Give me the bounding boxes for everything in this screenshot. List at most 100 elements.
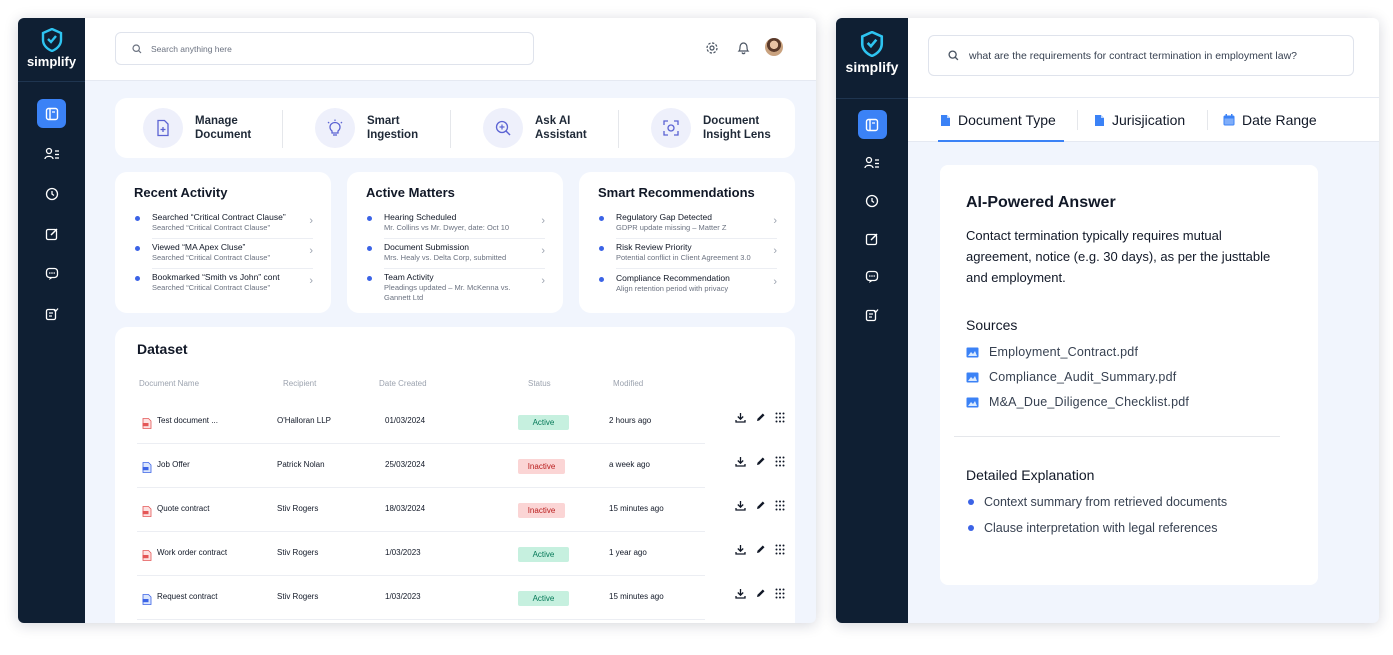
table-row[interactable]: Quote contract Stiv Rogers 18/03/2024 Inact… (137, 488, 797, 532)
brand-name: simplify (26, 54, 77, 69)
drag-handle-icon[interactable] (775, 588, 785, 599)
divider (282, 110, 283, 148)
sidebar: simplify (836, 18, 908, 623)
status-badge: Inactive (518, 503, 565, 518)
dashboard-window: simplify Search anything here Manage Doc… (18, 18, 816, 623)
image-file-icon (966, 347, 979, 357)
tab-jurisdiction[interactable]: Jurisjication (1094, 98, 1185, 142)
divider (954, 436, 1280, 437)
quick-action-smart-ingestion[interactable]: Smart Ingestion (315, 98, 418, 158)
document-icon (1095, 114, 1104, 126)
document-name[interactable]: Job Offer (157, 460, 190, 469)
search-bar[interactable]: what are the requirements for contract t… (928, 35, 1354, 76)
download-icon[interactable] (735, 500, 746, 511)
document-name[interactable]: Request contract (157, 592, 217, 601)
book-icon (45, 107, 58, 120)
nav-edit[interactable] (37, 219, 66, 248)
column-header[interactable]: Modified (613, 379, 643, 388)
table-row[interactable]: Request contract Stiv Rogers 1/03/2023 Acti… (137, 576, 797, 620)
item-title: Hearing Scheduled (384, 212, 457, 222)
source-link[interactable]: Compliance_Audit_Summary.pdf (966, 370, 1176, 384)
modified: 2 hours ago (609, 416, 652, 425)
column-header[interactable]: Status (528, 379, 551, 388)
calendar-icon (1223, 114, 1235, 126)
nav-chat[interactable] (37, 259, 66, 288)
sources-title: Sources (966, 317, 1018, 333)
chevron-right-icon: › (309, 245, 313, 257)
chevron-right-icon: › (309, 215, 313, 227)
download-icon[interactable] (735, 544, 746, 555)
tab-document-type[interactable]: Document Type (938, 98, 1064, 142)
nav-users[interactable] (37, 139, 66, 168)
tab-label: Date Range (1242, 112, 1317, 128)
quick-action-ask-ai[interactable]: Ask AI Assistant (483, 98, 587, 158)
nav-history[interactable] (858, 186, 887, 215)
quick-action-insight-lens[interactable]: Document Insight Lens (651, 98, 771, 158)
status-badge: Active (518, 415, 569, 430)
nav-dashboard[interactable] (37, 99, 66, 128)
download-icon[interactable] (735, 456, 746, 467)
quick-action-manage-document[interactable]: Manage Document (143, 98, 251, 158)
gear-icon[interactable] (705, 41, 719, 55)
smart-recommendations-card: Smart Recommendations Regulatory Gap Det… (579, 172, 795, 313)
search-bar[interactable]: Search anything here (115, 32, 534, 65)
nav-tasks[interactable] (37, 299, 66, 328)
bell-icon[interactable] (737, 41, 750, 55)
document-name[interactable]: Work order contract (157, 548, 227, 557)
table-row[interactable]: Work order contract Stiv Rogers 1/03/2023 A… (137, 532, 797, 576)
shield-logo-icon (860, 31, 884, 57)
source-link[interactable]: Employment_Contract.pdf (966, 345, 1138, 359)
nav-history[interactable] (37, 179, 66, 208)
column-header[interactable]: Date Created (379, 379, 427, 388)
chevron-right-icon: › (773, 276, 777, 288)
drag-handle-icon[interactable] (775, 456, 785, 467)
chevron-right-icon: › (773, 245, 777, 257)
chat-icon (45, 267, 58, 280)
nav-tasks[interactable] (858, 300, 887, 329)
pencil-icon[interactable] (755, 500, 766, 511)
source-link[interactable]: M&A_Due_Diligence_Checklist.pdf (966, 395, 1189, 409)
pencil-icon[interactable] (755, 456, 766, 467)
doc-icon (142, 594, 152, 605)
nav-users[interactable] (858, 148, 887, 177)
recipient: Patrick Nolan (277, 460, 325, 469)
pencil-icon[interactable] (755, 544, 766, 555)
modified: 1 year ago (609, 548, 647, 557)
nav-dashboard[interactable] (857, 110, 887, 139)
column-header[interactable]: Document Name (139, 379, 199, 388)
table-row[interactable]: Job Offer Patrick Nolan 25/03/2024 Inactive… (137, 444, 797, 488)
status-badge: Inactive (518, 459, 565, 474)
brand-logo[interactable]: simplify (18, 28, 85, 69)
divider (618, 110, 619, 148)
document-name[interactable]: Test document ... (157, 416, 218, 425)
item-subtitle: Searched “Critical Contract Clause” (152, 223, 270, 232)
edit-icon (45, 227, 58, 240)
drag-handle-icon[interactable] (775, 544, 785, 555)
quick-action-label: Ask AI Assistant (535, 115, 587, 141)
date-created: 01/03/2024 (385, 416, 426, 425)
pencil-icon[interactable] (755, 588, 766, 599)
recipient: Stiv Rogers (277, 504, 319, 513)
note-check-icon (45, 307, 58, 320)
divider (836, 98, 908, 99)
book-icon (865, 118, 879, 131)
chat-icon (865, 270, 879, 283)
pdf-icon (142, 418, 152, 429)
nav-edit[interactable] (858, 224, 887, 253)
download-icon[interactable] (735, 412, 746, 423)
document-name[interactable]: Quote contract (157, 504, 209, 513)
column-header[interactable]: Recipient (283, 379, 316, 388)
drag-handle-icon[interactable] (775, 412, 785, 423)
avatar[interactable] (765, 38, 783, 56)
drag-handle-icon[interactable] (775, 500, 785, 511)
top-bar: what are the requirements for contract t… (908, 18, 1379, 98)
tab-date-range[interactable]: Date Range (1223, 98, 1317, 142)
nav-chat[interactable] (858, 262, 887, 291)
brand-logo[interactable]: simplify (836, 31, 908, 75)
pencil-icon[interactable] (755, 412, 766, 423)
divider (18, 81, 85, 82)
download-icon[interactable] (735, 588, 746, 599)
table-row[interactable]: Test document ... O'Halloran LLP 01/03/202… (137, 400, 797, 444)
user-list-icon (43, 147, 59, 159)
card-title: Recent Activity (134, 185, 228, 200)
